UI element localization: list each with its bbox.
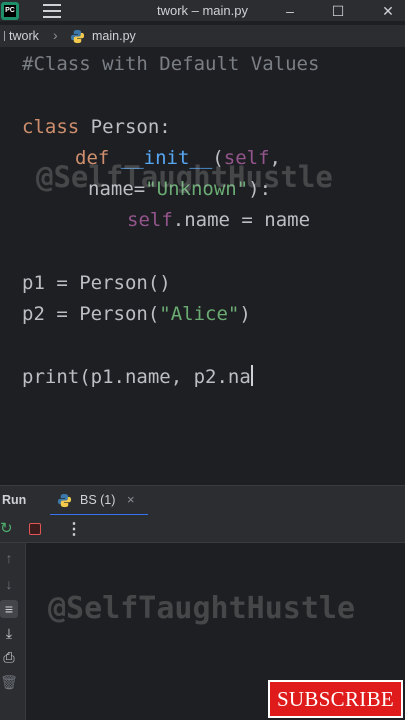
watermark-editor: @SelfTaughtHustle [36, 160, 333, 194]
breadcrumb-project[interactable]: twork [9, 29, 39, 43]
run-panel-title: Run [2, 493, 27, 507]
close-window-button[interactable]: ✕ [378, 2, 398, 20]
trash-icon[interactable]: 🗑 [0, 673, 18, 691]
chevron-right-icon: › [53, 27, 58, 43]
print-icon[interactable]: ⎙ [0, 648, 18, 666]
code-line-assign: self.name = name [127, 208, 310, 232]
print-statement: print(p1.name, p2.na [22, 366, 251, 388]
folder-icon [0, 31, 5, 41]
code-comment: #Class with Default Values [22, 53, 320, 75]
breadcrumb-file[interactable]: main.py [92, 29, 136, 43]
rerun-icon[interactable]: ↻ [0, 521, 16, 537]
minimize-button[interactable]: – [280, 2, 300, 20]
assign-rest: .name = name [172, 209, 311, 231]
close-tab-icon[interactable]: × [127, 492, 135, 507]
text-caret [250, 365, 253, 386]
maximize-button[interactable]: ☐ [328, 2, 348, 20]
run-side-toolbar: ↑ ↓ ≡ ⤓ ⎙ 🗑 [0, 543, 26, 720]
title-bar: PC twork – main.py – ☐ ✕ [0, 0, 405, 22]
p2-string-arg: "Alice" [159, 303, 240, 325]
class-name: Person: [79, 116, 171, 138]
python-file-icon [70, 29, 85, 44]
assign-self: self [127, 209, 173, 231]
soft-wrap-icon[interactable]: ≡ [0, 600, 18, 618]
code-line-p1: p1 = Person() [22, 272, 171, 294]
subscribe-button[interactable]: SUBSCRIBE [268, 680, 403, 718]
run-tool-window-header: Run BS (1) × [0, 485, 405, 516]
code-editor[interactable]: #Class with Default Values class Person:… [0, 47, 405, 485]
stop-icon[interactable] [29, 523, 41, 535]
run-tab[interactable]: BS (1) × [50, 486, 148, 516]
arrow-up-icon[interactable]: ↑ [0, 549, 18, 567]
code-line-p2: p2 = Person("Alice") [22, 302, 251, 326]
arrow-down-icon[interactable]: ↓ [0, 575, 18, 593]
code-line-print: print(p1.name, p2.na [22, 365, 253, 389]
run-tab-label: BS (1) [80, 493, 116, 507]
python-run-icon [57, 493, 72, 508]
breadcrumb: twork › main.py [0, 25, 405, 47]
p2-start: p2 = Person( [22, 303, 160, 325]
code-line-class: class Person: [22, 115, 171, 139]
more-options-icon[interactable]: ⋮ [66, 519, 82, 539]
scroll-to-end-icon[interactable]: ⤓ [0, 624, 18, 642]
watermark-console: @SelfTaughtHustle [48, 591, 356, 626]
run-toolbar: ↻ ⋮ [0, 515, 405, 543]
keyword-class: class [22, 116, 80, 138]
p2-end: ) [239, 303, 251, 325]
